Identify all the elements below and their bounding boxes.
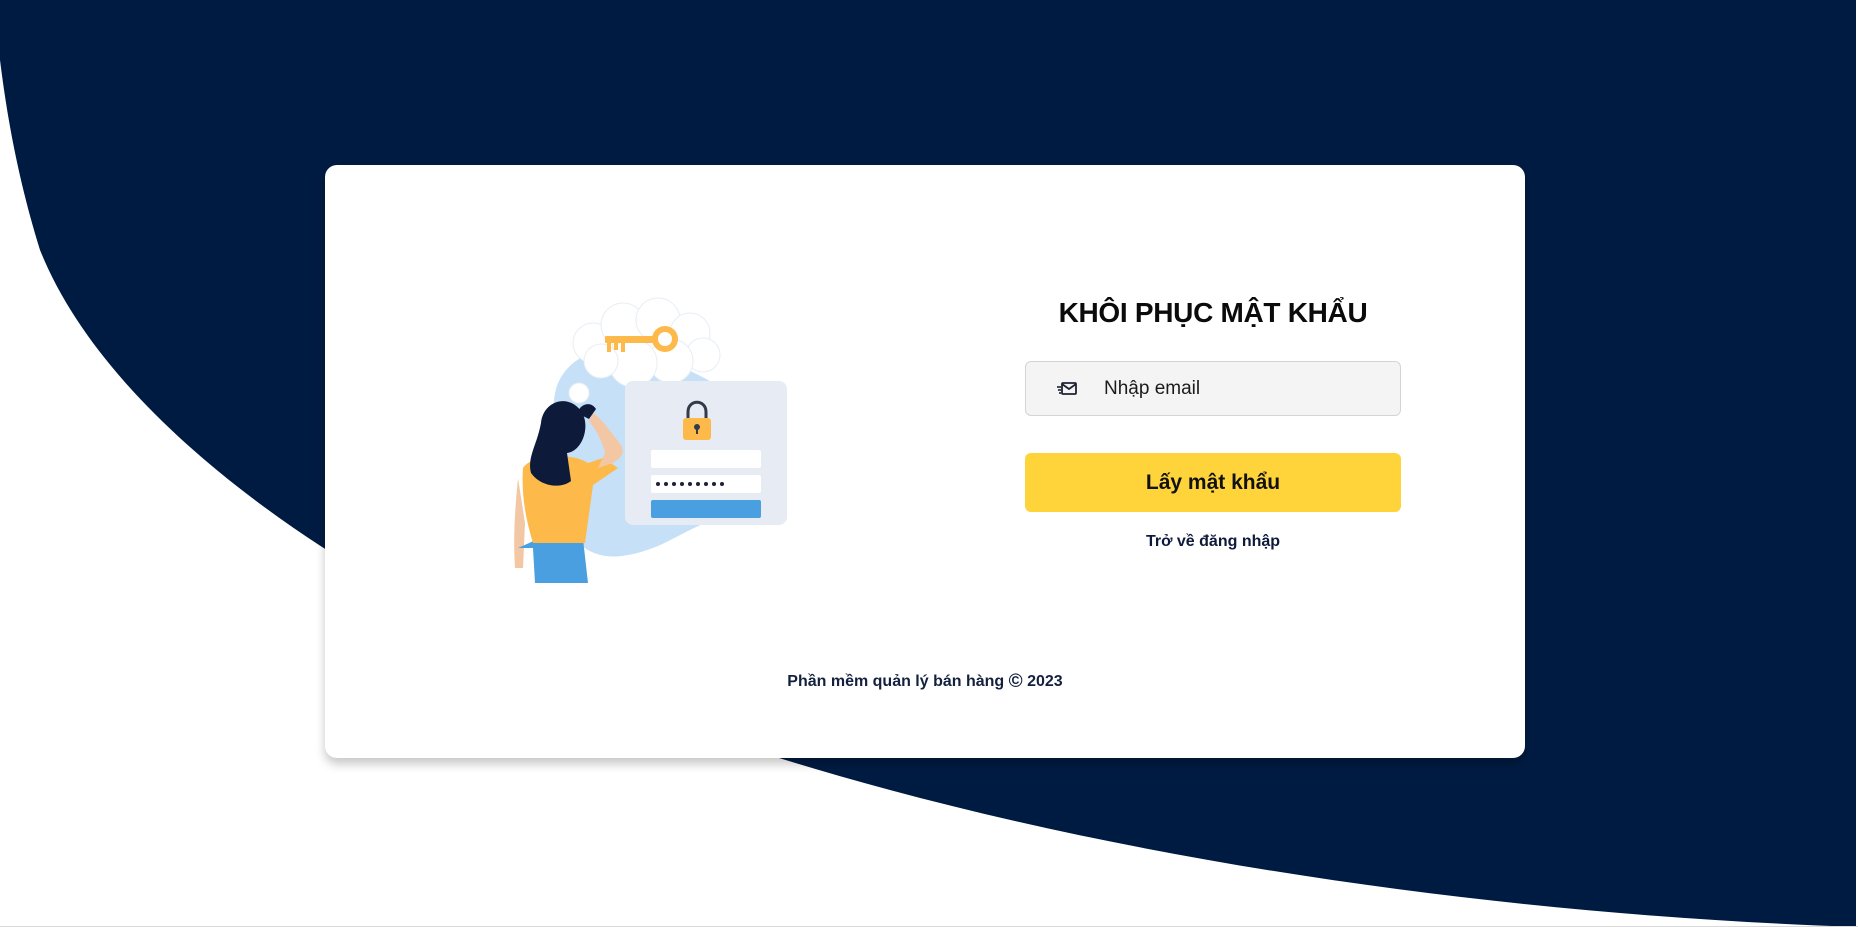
copyright-symbol: ©	[1008, 671, 1023, 692]
recovery-card: KHÔI PHỤC MẬT KHẨU Lấy mật khẩu Trở về đ…	[325, 165, 1525, 758]
recovery-form: KHÔI PHỤC MẬT KHẨU Lấy mật khẩu Trở về đ…	[1025, 295, 1401, 551]
email-icon	[1056, 377, 1080, 401]
email-input[interactable]	[1102, 367, 1386, 410]
password-recovery-illustration	[493, 293, 813, 593]
footer-year: 2023	[1027, 673, 1063, 690]
back-to-login-link[interactable]: Trở về đăng nhập	[1025, 533, 1401, 551]
page-title: KHÔI PHỤC MẬT KHẨU	[1058, 297, 1368, 328]
get-password-button[interactable]: Lấy mật khẩu	[1025, 453, 1401, 512]
footer: Phần mềm quản lý bán hàng © 2023	[325, 671, 1525, 693]
footer-text: Phần mềm quản lý bán hàng	[787, 673, 1005, 690]
email-field[interactable]	[1025, 361, 1401, 416]
page: KHÔI PHỤC MẬT KHẨU Lấy mật khẩu Trở về đ…	[0, 0, 1858, 927]
